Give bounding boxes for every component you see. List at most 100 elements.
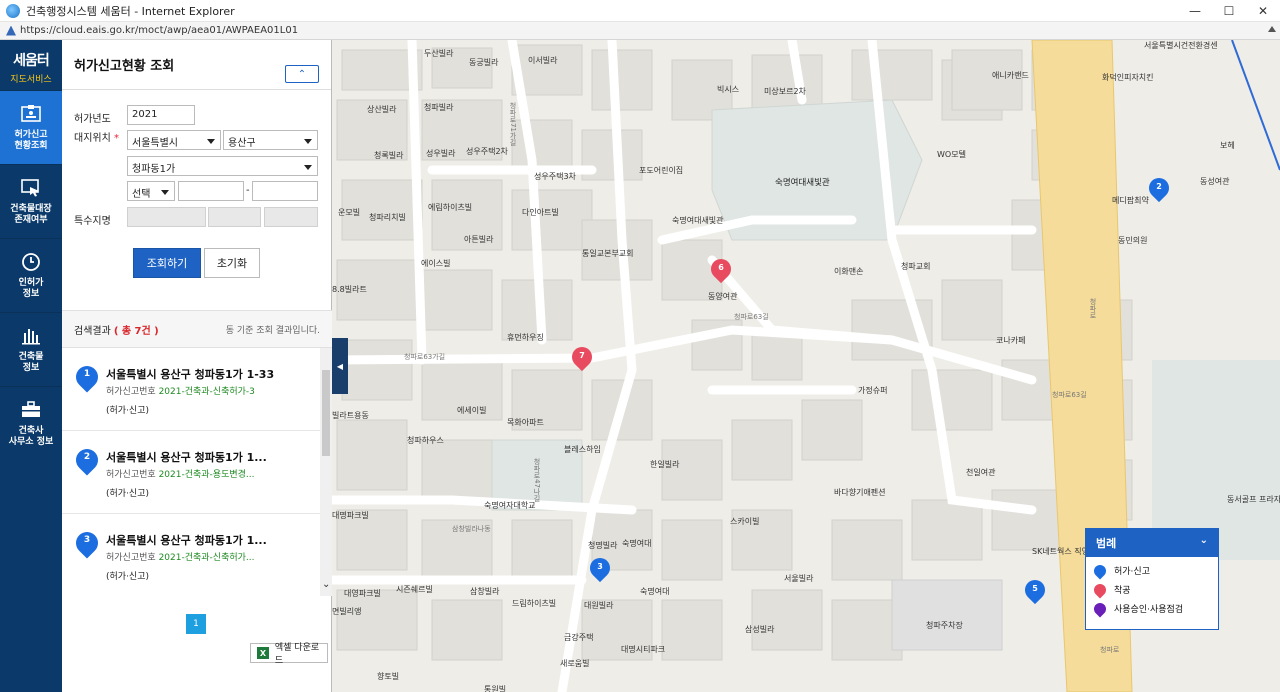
chevron-down-icon[interactable]: ⌄: [322, 579, 330, 590]
scroll-up-icon[interactable]: [1268, 26, 1276, 32]
map-label: 청파빌라: [424, 103, 454, 112]
map-label: 블레스하임: [564, 445, 601, 454]
map-label: 동서골프 프라자: [1227, 495, 1280, 504]
lot-main-input[interactable]: [178, 181, 244, 201]
nav-permit-report-label: 허가신고 현황조회: [14, 129, 48, 151]
map-label: 성우주택3차: [534, 172, 576, 181]
search-button[interactable]: 조회하기: [133, 248, 201, 278]
briefcase-icon: [20, 400, 42, 420]
map-label: 상산빌라: [367, 105, 397, 114]
map-label: 청파리치빌: [369, 213, 406, 222]
map-label: 삼성빌라: [745, 625, 775, 634]
lot-separator: -: [246, 185, 250, 196]
chevron-down-icon[interactable]: ⌄: [1200, 535, 1208, 546]
map-label: 청파로: [1089, 298, 1097, 319]
city-select[interactable]: 서울특별시: [127, 130, 221, 150]
map-label: 한일빌라: [650, 460, 680, 469]
excel-icon: X: [257, 647, 269, 659]
result-address: 서울특별시 용산구 청파동1가 1...: [106, 451, 267, 464]
brand-name: 세움터: [13, 53, 50, 69]
url-text: https://cloud.eais.go.kr/moct/awp/aea01/…: [20, 25, 299, 36]
minimize-button[interactable]: —: [1178, 0, 1212, 22]
location-label: 대지위치 *: [74, 133, 119, 144]
nav-building-info[interactable]: 건축물 정보: [0, 312, 62, 386]
reset-button[interactable]: 초기화: [204, 248, 260, 278]
map-label: 청명빌라: [588, 541, 618, 550]
panel-toggle-button[interactable]: ◀: [332, 338, 348, 394]
window-title: 건축행정시스템 세움터 - Internet Explorer: [26, 4, 235, 18]
excel-download-button[interactable]: X 엑셀 다운로드: [250, 643, 328, 666]
map-label: 메디팜최약: [1112, 196, 1149, 205]
nav-building-register[interactable]: 건축물대장 존재여부: [0, 164, 62, 238]
special-name-field-3: [264, 207, 318, 227]
map-pin-number: 2: [1156, 182, 1162, 191]
map-label: 미상보르2차: [764, 87, 806, 96]
year-label: 허가년도: [74, 114, 111, 125]
purple-pin-icon: [1091, 600, 1109, 617]
map-label: 빌라트용동: [332, 411, 369, 420]
map-label: 휴먼하우징: [507, 333, 544, 342]
nav-permit-info[interactable]: 인허가 정보: [0, 238, 62, 312]
pin-number: 2: [83, 452, 91, 462]
map-label: 가정슈퍼: [858, 386, 888, 395]
scrollbar-thumb[interactable]: [322, 370, 330, 456]
map-label: 동양여관: [708, 292, 738, 301]
address-bar[interactable]: https://cloud.eais.go.kr/moct/awp/aea01/…: [0, 22, 1280, 40]
map-label: WO모텔: [937, 150, 966, 159]
map-label: 스카이빌: [730, 517, 760, 526]
legend-item: 허가·신고: [1086, 561, 1218, 580]
close-button[interactable]: ✕: [1246, 0, 1280, 22]
lot-type-select[interactable]: 선택: [127, 181, 175, 201]
result-label: 검색결과: [74, 325, 111, 337]
legend-item: 착공: [1086, 580, 1218, 599]
maximize-button[interactable]: ☐: [1212, 0, 1246, 22]
nav-permit-report[interactable]: 허가신고 현황조회: [0, 90, 62, 164]
lot-sub-input[interactable]: [252, 181, 318, 201]
map-label: 청파로: [1100, 646, 1120, 654]
list-item[interactable]: 2 서울특별시 용산구 청파동1가 1... 허가신고번호 2021-건축과-용…: [62, 431, 320, 514]
map-label: 화덕인피자치킨: [1102, 73, 1154, 82]
year-input[interactable]: 2021: [127, 105, 195, 125]
nav-permit-info-label: 인허가 정보: [18, 277, 44, 299]
result-list: 1 서울특별시 용산구 청파동1가 1-33 허가신고번호 2021-건축과-신…: [62, 348, 320, 596]
dong-select[interactable]: 청파동1가: [127, 156, 318, 176]
window-title-bar: 건축행정시스템 세움터 - Internet Explorer — ☐ ✕: [0, 0, 1280, 22]
legend-item-label: 허가·신고: [1114, 567, 1150, 577]
map-label: 향토빌: [377, 672, 400, 681]
legend-item-label: 착공: [1114, 586, 1131, 596]
district-select[interactable]: 용산구: [223, 130, 318, 150]
legend-header[interactable]: 범례 ⌄: [1086, 529, 1218, 557]
map-label: 시즌쉐르빌: [396, 585, 433, 594]
map-label: 대명파크빌: [332, 511, 369, 520]
nav-architect-office-label: 건축사 사무소 정보: [8, 425, 54, 447]
result-type: (허가·신고): [106, 406, 150, 416]
map-label: 새로움빌: [560, 659, 590, 668]
nav-building-register-label: 건축물대장 존재여부: [10, 203, 52, 225]
map-label: 서울빌라: [784, 574, 814, 583]
list-item[interactable]: 1 서울특별시 용산구 청파동1가 1-33 허가신고번호 2021-건축과-신…: [62, 348, 320, 431]
map-label: 이화맨손: [834, 267, 864, 276]
left-nav: 세움터 지도서비스 허가신고 현황조회 건축물대장 존재여부 인허가 정보 건축…: [0, 40, 62, 692]
map-legend: 범례 ⌄ 허가·신고 착공 사용승인·사용점검: [1085, 528, 1219, 630]
panel-title: 허가신고현황 조회: [74, 59, 175, 74]
brand-logo[interactable]: 세움터 지도서비스: [0, 40, 62, 90]
map-label: 삼창빌라나동: [452, 525, 491, 533]
page-button[interactable]: 1: [186, 614, 206, 634]
map-pin-number: 5: [1032, 584, 1038, 593]
map-label: 동민의원: [1118, 236, 1148, 245]
result-scrollbar[interactable]: ⌄: [320, 348, 332, 596]
map-label: 서울특별시건전환경센: [1144, 41, 1218, 50]
map-label: 청파로71가길: [509, 102, 517, 146]
nav-architect-office[interactable]: 건축사 사무소 정보: [0, 386, 62, 460]
chevron-left-icon: ◀: [336, 361, 344, 371]
bar-chart-icon: [20, 326, 42, 346]
map-label: 청록빌라: [374, 151, 404, 160]
result-permit: 허가신고번호 2021-건축과-신축허가-3: [106, 387, 255, 397]
map-label: 애니카랜드: [992, 71, 1029, 80]
result-count: ( 총 7건 ): [113, 325, 159, 337]
list-item[interactable]: 3 서울특별시 용산구 청파동1가 1... 허가신고번호 2021-건축과-신…: [62, 514, 320, 596]
collapse-button[interactable]: ⌃: [285, 65, 319, 83]
map-label: 대원빌라: [584, 601, 614, 610]
map-label: 숙명여대새빛관: [672, 216, 724, 225]
map-label: 에이스빌: [421, 259, 451, 268]
